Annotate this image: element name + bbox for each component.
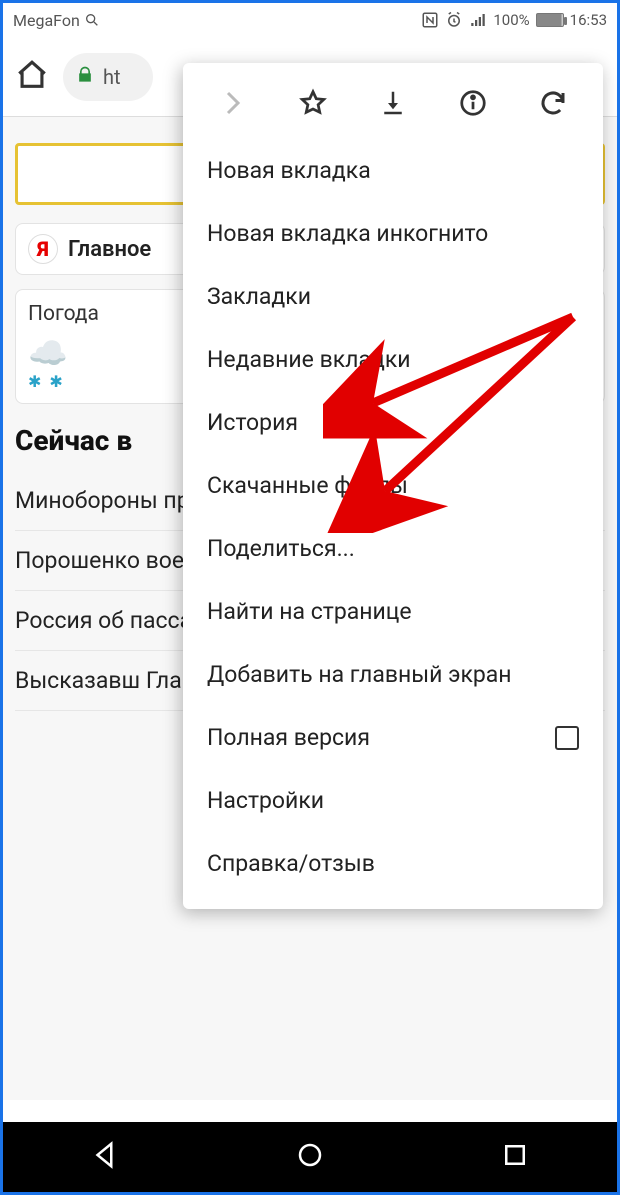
star-icon[interactable] bbox=[295, 85, 331, 121]
menu-add-homescreen[interactable]: Добавить на главный экран bbox=[183, 643, 603, 706]
home-button[interactable] bbox=[295, 1140, 325, 1174]
url-bar[interactable]: ht bbox=[63, 53, 153, 101]
menu-icon-row bbox=[183, 73, 603, 139]
yandex-icon: Я bbox=[28, 234, 58, 264]
recent-button[interactable] bbox=[500, 1140, 530, 1174]
nfc-icon bbox=[421, 11, 439, 29]
status-bar: MegaFon 100% 16:53 bbox=[3, 3, 617, 37]
info-icon[interactable] bbox=[455, 85, 491, 121]
device-frame: MegaFon 100% 16:53 bbox=[0, 0, 620, 1195]
menu-settings[interactable]: Настройки bbox=[183, 769, 603, 832]
url-text: ht bbox=[103, 65, 121, 89]
reload-icon[interactable] bbox=[535, 85, 571, 121]
search-icon bbox=[84, 12, 100, 28]
menu-incognito[interactable]: Новая вкладка инкогнито bbox=[183, 202, 603, 265]
spacer bbox=[3, 1100, 617, 1122]
desktop-checkbox[interactable] bbox=[555, 726, 579, 750]
menu-new-tab[interactable]: Новая вкладка bbox=[183, 139, 603, 202]
menu-share[interactable]: Поделиться... bbox=[183, 517, 603, 580]
lock-icon bbox=[75, 65, 95, 89]
menu-bookmarks[interactable]: Закладки bbox=[183, 265, 603, 328]
menu-downloads[interactable]: Скачанные файлы bbox=[183, 454, 603, 517]
menu-recent-tabs[interactable]: Недавние вкладки bbox=[183, 328, 603, 391]
menu-find[interactable]: Найти на странице bbox=[183, 580, 603, 643]
battery-pct: 100% bbox=[493, 11, 529, 29]
back-button[interactable] bbox=[90, 1140, 120, 1174]
menu-history[interactable]: История bbox=[183, 391, 603, 454]
tab-main-label: Главное bbox=[68, 237, 151, 262]
menu-help[interactable]: Справка/отзыв bbox=[183, 832, 603, 895]
home-icon[interactable] bbox=[15, 58, 49, 96]
battery-icon bbox=[536, 13, 564, 27]
carrier-label: MegaFon bbox=[13, 11, 80, 30]
clock: 16:53 bbox=[570, 11, 607, 29]
menu-desktop-site[interactable]: Полная версия bbox=[183, 706, 603, 769]
browser-menu: Новая вкладка Новая вкладка инкогнито За… bbox=[183, 63, 603, 909]
alarm-icon bbox=[445, 11, 463, 29]
forward-icon[interactable] bbox=[215, 85, 251, 121]
android-nav-bar bbox=[3, 1122, 617, 1192]
signal-icon bbox=[469, 11, 487, 29]
download-icon[interactable] bbox=[375, 85, 411, 121]
